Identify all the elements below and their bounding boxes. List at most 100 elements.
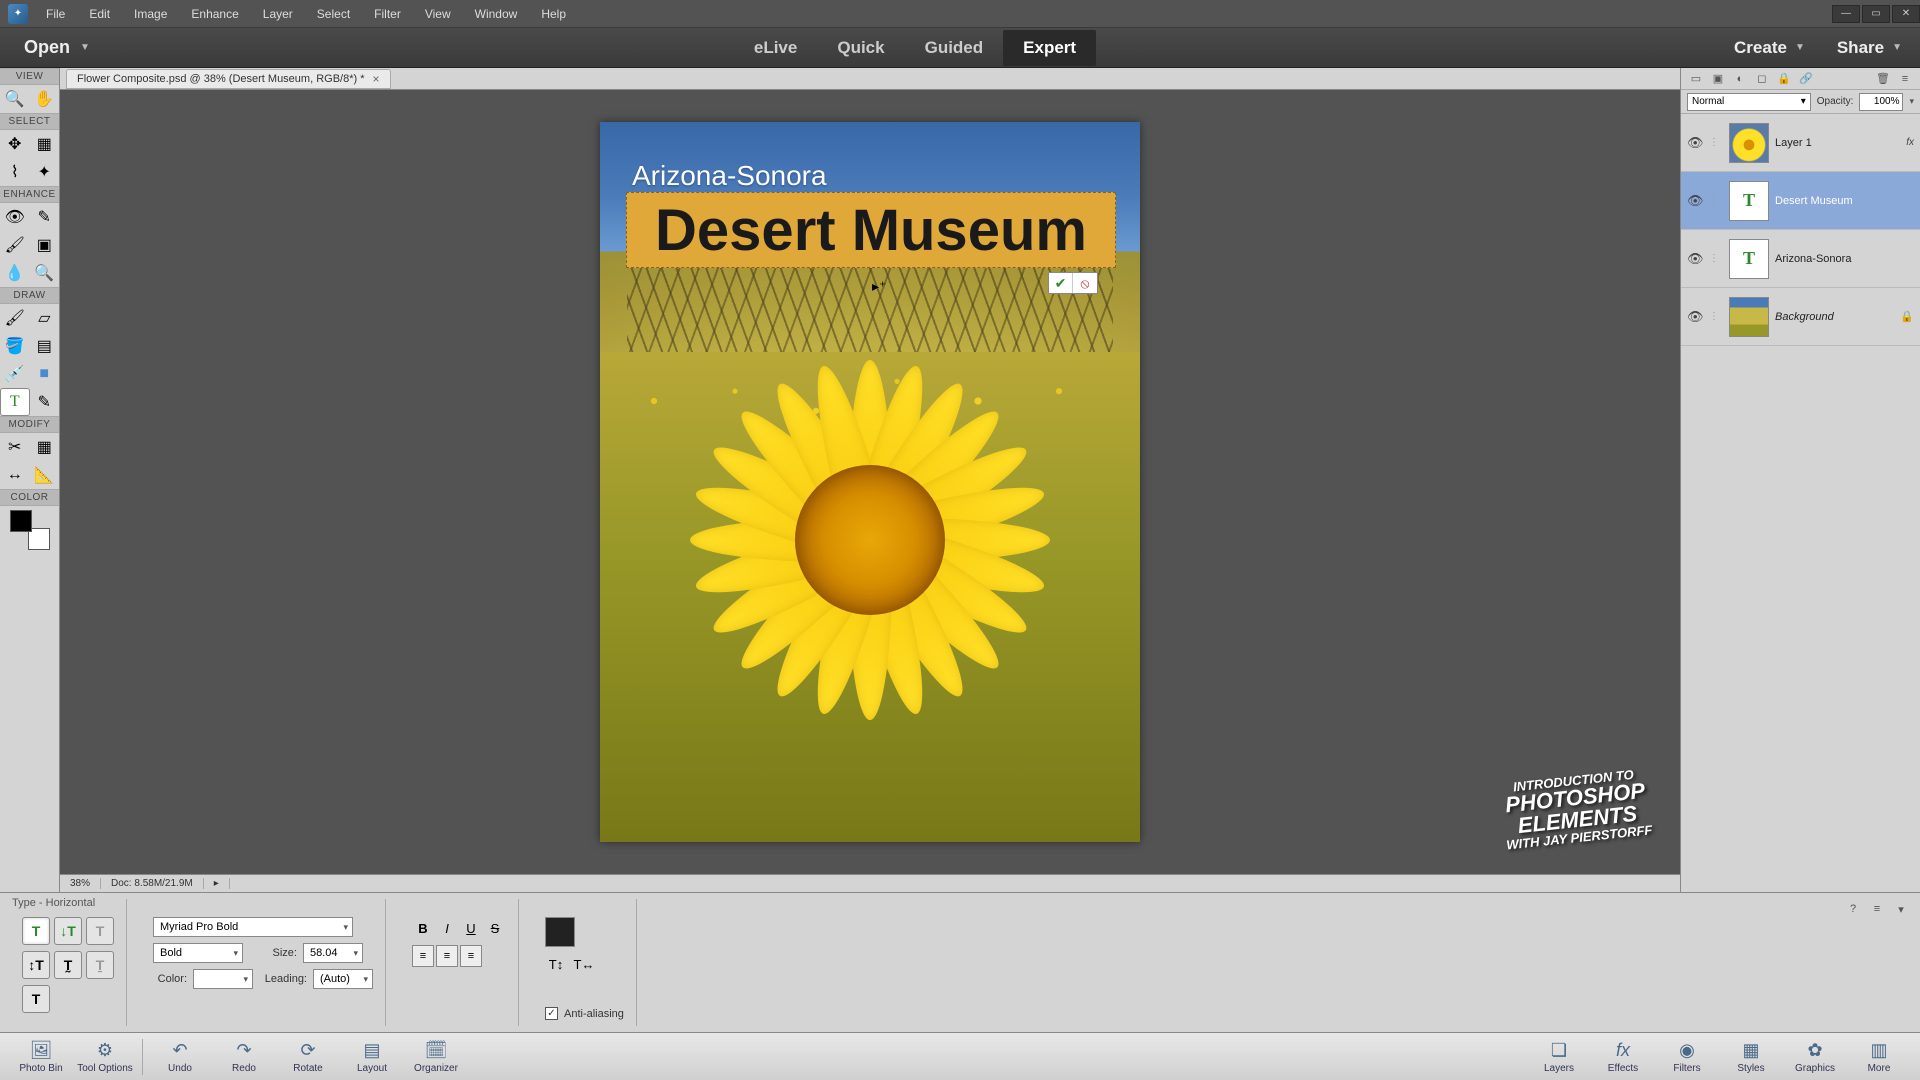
link-slot[interactable]: ⋮ — [1709, 195, 1723, 206]
close-button[interactable]: ✕ — [1892, 5, 1920, 23]
blur-tool[interactable]: 💧 — [0, 259, 30, 287]
lock-icon[interactable]: 🔒 — [1775, 71, 1793, 87]
undo-button[interactable]: ↶Undo — [149, 1035, 211, 1079]
text-orientation-button[interactable]: T↔ — [573, 953, 595, 975]
layer-row-arizona-sonora[interactable]: 👁 ⋮ T Arizona-Sonora — [1681, 230, 1920, 288]
commit-button[interactable]: ✔ — [1049, 273, 1073, 293]
link-slot[interactable]: ⋮ — [1709, 137, 1723, 148]
sponge-tool[interactable]: 🔍 — [30, 259, 60, 287]
content-move-tool[interactable]: ↔ — [0, 461, 30, 489]
eraser-tool[interactable]: ▱ — [30, 304, 60, 332]
warp-text-button[interactable]: T↕ — [545, 953, 567, 975]
maximize-button[interactable]: ▭ — [1862, 5, 1890, 23]
canvas[interactable]: Arizona-Sonora Desert Museum ✔ ⦸ ▸⁺ — [600, 122, 1140, 842]
new-group-icon[interactable]: ▣ — [1709, 71, 1727, 87]
menu-enhance[interactable]: Enhance — [181, 3, 248, 25]
canvas-wrap[interactable]: Arizona-Sonora Desert Museum ✔ ⦸ ▸⁺ INTR… — [60, 90, 1680, 874]
blend-mode-select[interactable]: Normal▾ — [1687, 93, 1811, 111]
move-tool[interactable]: ✥ — [0, 130, 30, 158]
link-slot[interactable]: ⋮ — [1709, 253, 1723, 264]
vertical-type-button[interactable]: ↓T — [54, 917, 82, 945]
layout-button[interactable]: ▤Layout — [341, 1035, 403, 1079]
visibility-icon[interactable]: 👁 — [1687, 309, 1703, 325]
foreground-color-swatch[interactable] — [10, 510, 32, 532]
type-tool[interactable]: T — [0, 388, 30, 416]
align-center-button[interactable]: ≡ — [436, 945, 458, 967]
layer-thumb[interactable] — [1729, 123, 1769, 163]
crop-tool[interactable]: ✂ — [0, 433, 30, 461]
create-button[interactable]: Create ▼ — [1724, 32, 1815, 64]
type-selection-button[interactable]: Ṯ — [86, 951, 114, 979]
link-icon[interactable]: 🔗 — [1797, 71, 1815, 87]
opacity-input[interactable]: 100% — [1859, 93, 1903, 111]
visibility-icon[interactable]: 👁 — [1687, 193, 1703, 209]
menu-window[interactable]: Window — [465, 3, 528, 25]
marquee-tool[interactable]: ▦ — [30, 130, 60, 158]
layer-name[interactable]: Desert Museum — [1775, 195, 1914, 207]
font-size-input[interactable]: 58.04 — [303, 943, 363, 963]
mask-icon[interactable]: ◻ — [1753, 71, 1771, 87]
photo-bin-button[interactable]: 🖼Photo Bin — [10, 1035, 72, 1079]
collapse-options-icon[interactable]: ▾ — [1892, 901, 1910, 917]
tool-options-button[interactable]: ⚙Tool Options — [74, 1035, 136, 1079]
delete-layer-icon[interactable]: 🗑 — [1874, 71, 1892, 87]
menu-layer[interactable]: Layer — [253, 3, 303, 25]
type-mask-button[interactable]: T — [86, 917, 114, 945]
redeye-tool[interactable]: 👁 — [0, 203, 30, 231]
menu-help[interactable]: Help — [531, 3, 576, 25]
smart-brush-tool[interactable]: 🖌 — [0, 231, 30, 259]
layer-row-desert-museum[interactable]: 👁 ⋮ T Desert Museum — [1681, 172, 1920, 230]
chevron-down-icon[interactable]: ▾ — [1909, 96, 1914, 107]
underline-button[interactable]: U — [460, 917, 482, 939]
menu-image[interactable]: Image — [124, 3, 177, 25]
strikethrough-button[interactable]: S — [484, 917, 506, 939]
layers-button[interactable]: ❏Layers — [1528, 1035, 1590, 1079]
brush-tool[interactable]: 🖌 — [0, 304, 30, 332]
open-button[interactable]: Open ▼ — [8, 31, 106, 64]
zoom-level[interactable]: 38% — [60, 878, 101, 889]
italic-button[interactable]: I — [436, 917, 458, 939]
menu-edit[interactable]: Edit — [79, 3, 120, 25]
layer-row-background[interactable]: 👁 ⋮ Background 🔒 — [1681, 288, 1920, 346]
adjustment-icon[interactable]: ◐ — [1731, 71, 1749, 87]
text-desert-museum-selection[interactable]: Desert Museum — [626, 192, 1116, 268]
font-color-picker[interactable] — [193, 969, 253, 989]
effects-button[interactable]: fxEffects — [1592, 1035, 1654, 1079]
cancel-button[interactable]: ⦸ — [1073, 273, 1097, 293]
type-on-path-button[interactable]: ↕T — [22, 951, 50, 979]
leading-select[interactable]: (Auto) — [313, 969, 373, 989]
layer-name[interactable]: Arizona-Sonora — [1775, 253, 1914, 265]
menu-view[interactable]: View — [415, 3, 461, 25]
menu-filter[interactable]: Filter — [364, 3, 411, 25]
layer-thumb[interactable]: T — [1729, 239, 1769, 279]
zoom-tool[interactable]: 🔍 — [0, 85, 30, 113]
bold-button[interactable]: B — [412, 917, 434, 939]
font-family-select[interactable]: Myriad Pro Bold — [153, 917, 353, 937]
layer-thumb[interactable] — [1729, 297, 1769, 337]
straighten-tool[interactable]: 📐 — [30, 461, 60, 489]
tab-elive[interactable]: eLive — [734, 30, 817, 66]
close-icon[interactable]: × — [372, 72, 379, 86]
type-extra-button[interactable]: T — [22, 985, 50, 1013]
paint-bucket-tool[interactable]: 🪣 — [0, 332, 30, 360]
text-color-swatch[interactable] — [545, 917, 575, 947]
align-right-button[interactable]: ≡ — [460, 945, 482, 967]
tab-quick[interactable]: Quick — [817, 30, 904, 66]
visibility-icon[interactable]: 👁 — [1687, 135, 1703, 151]
tab-expert[interactable]: Expert — [1003, 30, 1096, 66]
shape-tool[interactable]: ■ — [30, 360, 60, 388]
anti-alias-checkbox[interactable]: ✓ — [545, 1007, 558, 1020]
new-layer-icon[interactable]: ▭ — [1687, 71, 1705, 87]
type-warp-button[interactable]: T̰ — [54, 951, 82, 979]
color-swatches[interactable] — [10, 510, 50, 550]
redo-button[interactable]: ↷Redo — [213, 1035, 275, 1079]
document-tab[interactable]: Flower Composite.psd @ 38% (Desert Museu… — [66, 69, 391, 89]
layer-name[interactable]: Background — [1775, 311, 1894, 323]
panel-menu-icon[interactable]: ≡ — [1896, 71, 1914, 87]
clone-tool[interactable]: ▣ — [30, 231, 60, 259]
tab-guided[interactable]: Guided — [905, 30, 1004, 66]
gradient-tool[interactable]: ▤ — [30, 332, 60, 360]
align-left-button[interactable]: ≡ — [412, 945, 434, 967]
layer-row-layer1[interactable]: 👁 ⋮ Layer 1 fx — [1681, 114, 1920, 172]
text-desert-museum[interactable]: Desert Museum — [655, 197, 1087, 264]
